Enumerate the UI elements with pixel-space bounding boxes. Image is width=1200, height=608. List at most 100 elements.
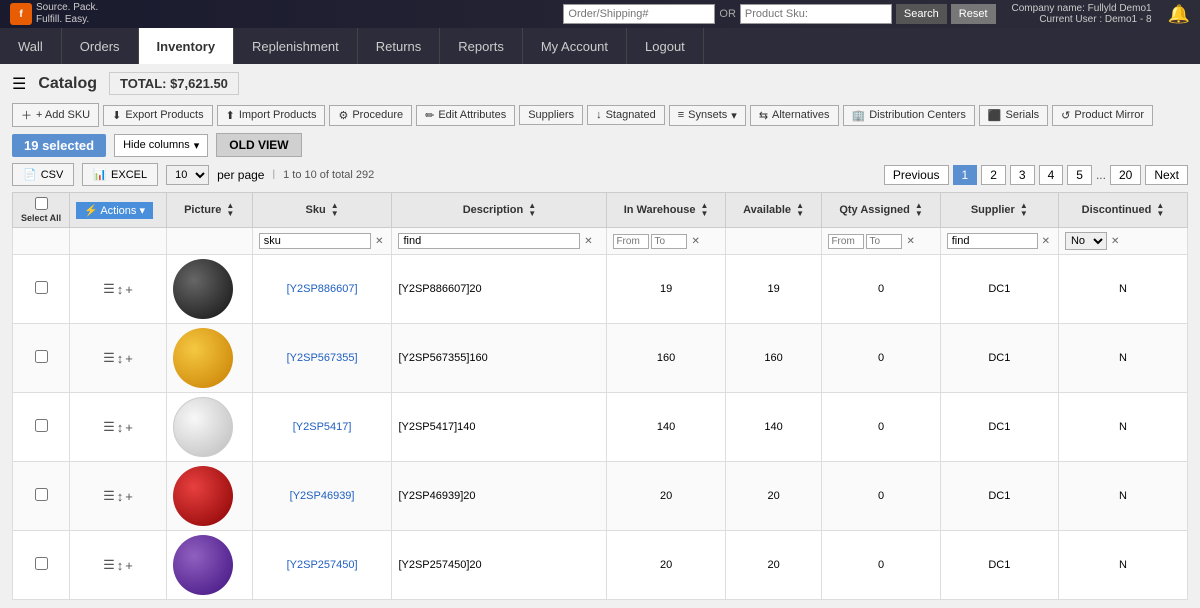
warehouse-filter-clear-button[interactable]: ✕ — [689, 236, 701, 247]
row-expand-icon[interactable]: ☰ — [103, 419, 115, 435]
serials-button[interactable]: ⬛ Serials — [979, 105, 1048, 126]
row-move-icon[interactable]: ↕ — [117, 558, 124, 573]
hide-columns-button[interactable]: Hide columns ▾ — [114, 134, 208, 157]
search-area: OR Search Reset — [563, 4, 995, 24]
row-expand-icon[interactable]: ☰ — [103, 557, 115, 573]
sku-link[interactable]: [Y2SP257450] — [287, 559, 358, 571]
row-checkbox[interactable] — [35, 488, 48, 501]
sku-link[interactable]: [Y2SP886607] — [287, 283, 358, 295]
warehouse-from-input[interactable] — [613, 234, 649, 249]
page-5-button[interactable]: 5 — [1067, 165, 1092, 185]
alternatives-button[interactable]: ⇆ Alternatives — [750, 105, 839, 126]
nav-item-inventory[interactable]: Inventory — [139, 28, 235, 64]
edit-attributes-button[interactable]: ✏ Edit Attributes — [416, 105, 515, 126]
sku-filter-input[interactable] — [259, 233, 371, 249]
description-sort-arrows[interactable]: ▲▼ — [528, 202, 536, 218]
old-view-button[interactable]: OLD VIEW — [216, 133, 301, 157]
description-filter-input[interactable] — [398, 233, 580, 249]
discontinued-filter-select[interactable]: No Yes All — [1065, 232, 1107, 250]
nav-item-logout[interactable]: Logout — [627, 28, 704, 64]
available-sort-arrows[interactable]: ▲▼ — [796, 202, 804, 218]
warehouse-sort-arrows[interactable]: ▲▼ — [701, 202, 709, 218]
row-description-cell: [Y2SP567355]160 — [392, 324, 607, 393]
row-move-icon[interactable]: ↕ — [117, 489, 124, 504]
import-products-button[interactable]: ⬆ Import Products — [217, 105, 326, 126]
order-search-input[interactable] — [563, 4, 715, 24]
sku-link[interactable]: [Y2SP567355] — [287, 352, 358, 364]
row-move-icon[interactable]: ↕ — [117, 282, 124, 297]
row-add-icon[interactable]: + — [125, 489, 133, 504]
sku-filter-clear-button[interactable]: ✕ — [373, 236, 385, 247]
excel-export-button[interactable]: 📊 EXCEL — [82, 163, 158, 186]
synsets-button[interactable]: ≡ Synsets▾ — [669, 105, 746, 126]
logo: f Source. Pack. Fulfill. Easy. — [10, 2, 98, 26]
csv-export-button[interactable]: 📄 CSV — [12, 163, 74, 186]
supplier-filter-input[interactable] — [947, 233, 1038, 249]
product-image — [173, 328, 233, 388]
row-add-icon[interactable]: + — [125, 282, 133, 297]
sku-sort-arrows[interactable]: ▲▼ — [331, 202, 339, 218]
page-last-button[interactable]: 20 — [1110, 165, 1141, 185]
row-checkbox[interactable] — [35, 350, 48, 363]
product-mirror-button[interactable]: ↺ Product Mirror — [1052, 105, 1153, 126]
picture-sort-arrows[interactable]: ▲▼ — [226, 202, 234, 218]
row-checkbox-cell — [13, 462, 70, 531]
row-checkbox[interactable] — [35, 281, 48, 294]
nav-item-replenishment[interactable]: Replenishment — [234, 28, 358, 64]
supplier-filter-clear-button[interactable]: ✕ — [1040, 236, 1052, 247]
row-in-warehouse-cell: 19 — [607, 255, 725, 324]
description-filter-clear-button[interactable]: ✕ — [582, 236, 594, 247]
select-all-checkbox[interactable] — [35, 197, 48, 210]
row-add-icon[interactable]: + — [125, 420, 133, 435]
row-expand-icon[interactable]: ☰ — [103, 281, 115, 297]
row-add-icon[interactable]: + — [125, 351, 133, 366]
discontinued-sort-arrows[interactable]: ▲▼ — [1156, 202, 1164, 218]
suppliers-button[interactable]: Suppliers — [519, 105, 583, 125]
next-page-button[interactable]: Next — [1145, 165, 1188, 185]
row-actions-cell: ☰ ↕ + — [70, 324, 167, 393]
nav-item-returns[interactable]: Returns — [358, 28, 441, 64]
discontinued-filter-clear-button[interactable]: ✕ — [1109, 236, 1121, 247]
search-button[interactable]: Search — [896, 4, 947, 24]
row-checkbox[interactable] — [35, 419, 48, 432]
reset-button[interactable]: Reset — [951, 4, 996, 24]
page-1-button[interactable]: 1 — [953, 165, 978, 185]
actions-dropdown-button[interactable]: ⚡ Actions ▾ — [76, 202, 153, 219]
qty-from-input[interactable] — [828, 234, 864, 249]
procedure-button[interactable]: ⚙ Procedure — [329, 105, 412, 126]
qty-to-input[interactable] — [866, 234, 902, 249]
chevron-down-icon: ▾ — [194, 139, 200, 152]
nav-item-my-account[interactable]: My Account — [523, 28, 627, 64]
row-expand-icon[interactable]: ☰ — [103, 350, 115, 366]
row-qty-assigned-cell: 0 — [822, 255, 940, 324]
row-picture-cell — [166, 393, 252, 462]
page-3-button[interactable]: 3 — [1010, 165, 1035, 185]
nav-item-orders[interactable]: Orders — [62, 28, 139, 64]
qty-sort-arrows[interactable]: ▲▼ — [915, 202, 923, 218]
notification-bell-icon[interactable]: 🔔 — [1168, 4, 1190, 25]
per-page-select[interactable]: 10 25 50 — [166, 165, 209, 185]
alternatives-icon: ⇆ — [759, 109, 768, 122]
supplier-sort-arrows[interactable]: ▲▼ — [1020, 202, 1028, 218]
selected-bar: 19 selected Hide columns ▾ OLD VIEW — [12, 133, 1188, 157]
nav-item-wall[interactable]: Wall — [0, 28, 62, 64]
stagnated-button[interactable]: ↓ Stagnated — [587, 105, 665, 125]
row-checkbox[interactable] — [35, 557, 48, 570]
nav-item-reports[interactable]: Reports — [440, 28, 523, 64]
warehouse-to-input[interactable] — [651, 234, 687, 249]
sku-link[interactable]: [Y2SP46939] — [290, 490, 355, 502]
row-move-icon[interactable]: ↕ — [117, 420, 124, 435]
prev-page-button[interactable]: Previous — [884, 165, 949, 185]
row-move-icon[interactable]: ↕ — [117, 351, 124, 366]
page-4-button[interactable]: 4 — [1039, 165, 1064, 185]
page-2-button[interactable]: 2 — [981, 165, 1006, 185]
row-add-icon[interactable]: + — [125, 558, 133, 573]
sku-search-input[interactable] — [740, 4, 892, 24]
add-sku-button[interactable]: ＋ + Add SKU — [12, 103, 99, 127]
qty-filter-clear-button[interactable]: ✕ — [904, 236, 916, 247]
row-expand-icon[interactable]: ☰ — [103, 488, 115, 504]
row-discontinued-cell: N — [1058, 324, 1187, 393]
export-products-button[interactable]: ⬇ Export Products — [103, 105, 212, 126]
sku-link[interactable]: [Y2SP5417] — [293, 421, 352, 433]
distribution-centers-button[interactable]: 🏢 Distribution Centers — [843, 105, 975, 126]
